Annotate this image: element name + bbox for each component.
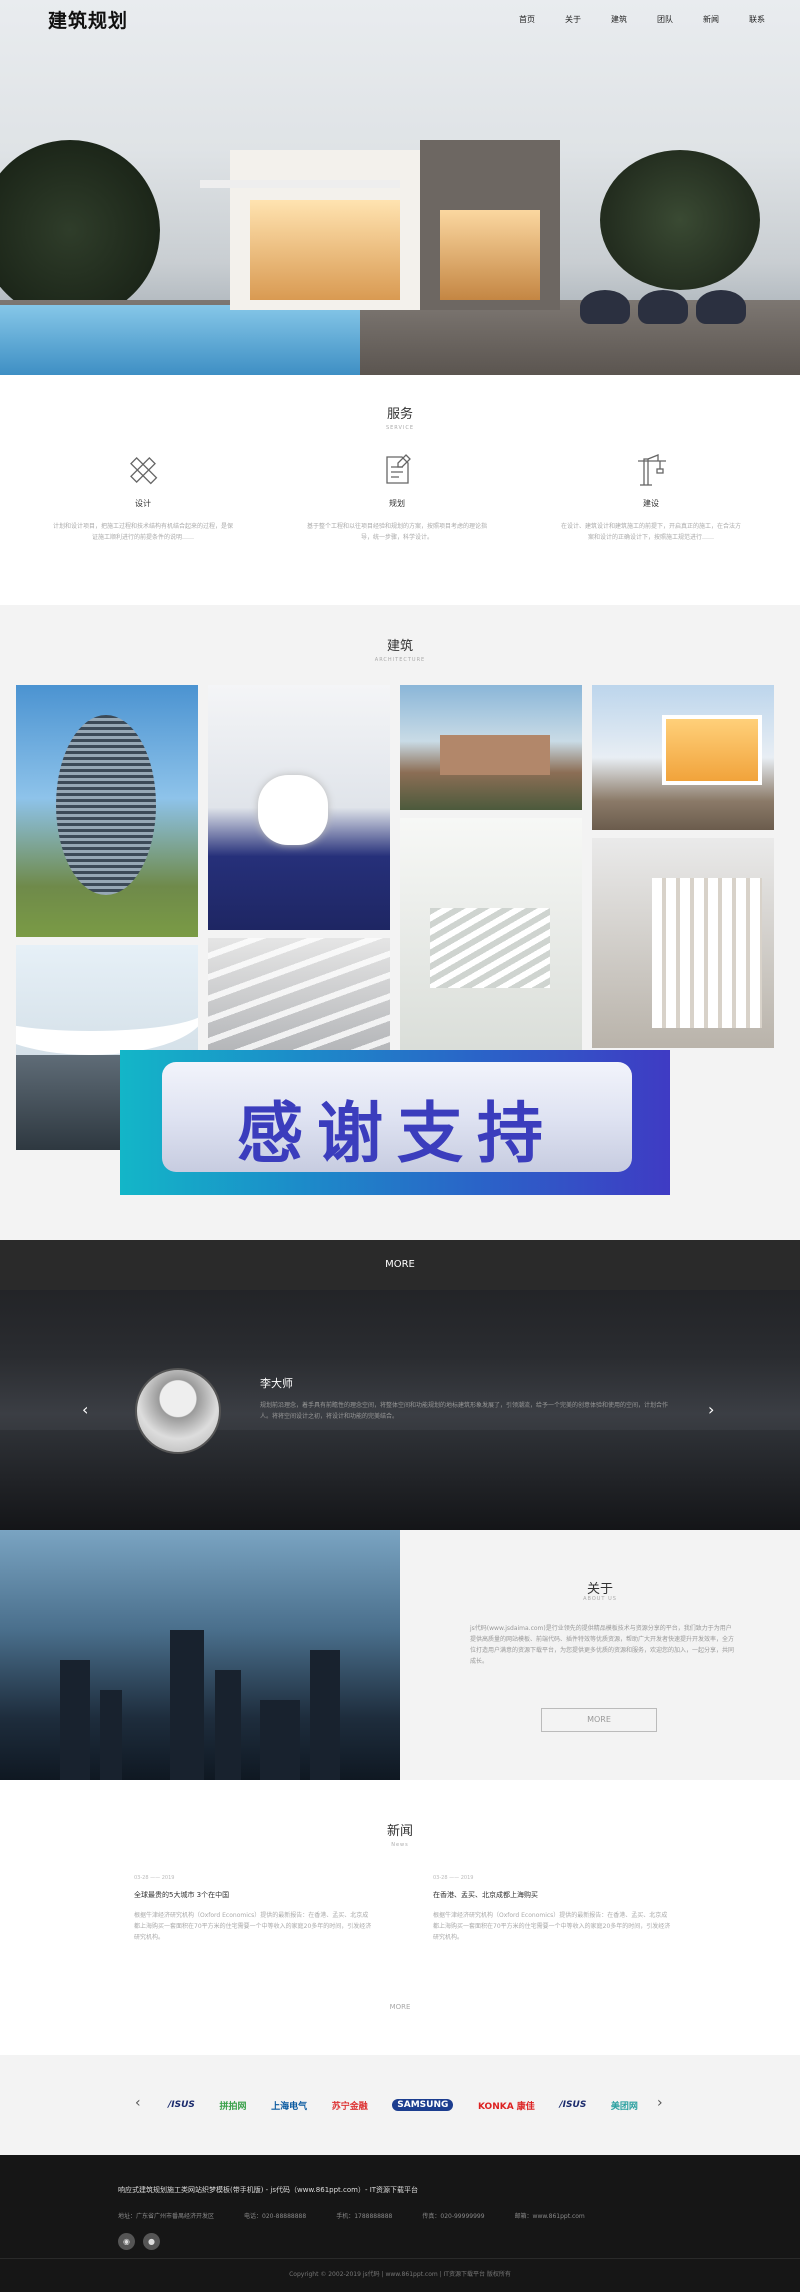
- team-city-skyline: [0, 1430, 800, 1530]
- hero-house: [170, 140, 600, 320]
- service-construction[interactable]: 建设 在设计、建筑设计和建筑施工的前提下，开启真正的施工，在合法方案和设计的正确…: [561, 450, 741, 543]
- about-title: 关于: [586, 1582, 613, 1597]
- footer-address: 地址：广东省广州市番禺经济开发区: [118, 2213, 215, 2220]
- about-city-photo: [0, 1530, 400, 1780]
- wechat-icon[interactable]: ●: [143, 2233, 160, 2250]
- nav-about[interactable]: 关于: [550, 14, 596, 25]
- news-heading: 新闻 News: [386, 1824, 413, 1848]
- footer-site-title: 响应式建筑规划施工类网站织梦模板(带手机版) - js代码（www.861ppt…: [118, 2186, 419, 2194]
- photo-shop-gallery[interactable]: [592, 838, 774, 1048]
- footer-contact-row: 地址：广东省广州市番禺经济开发区 电话：020-88888888 手机：1788…: [118, 2211, 718, 2220]
- about-subtitle: ABOUT US: [583, 1596, 617, 1602]
- architecture-heading: 建筑 ARCHITECTURE: [374, 639, 426, 663]
- partner-logo[interactable]: 上海电气: [271, 2099, 307, 2112]
- hero-trees-right: [600, 150, 760, 290]
- footer-phone: 电话：020-88888888: [244, 2213, 307, 2220]
- team-more-header[interactable]: MORE: [0, 1240, 800, 1290]
- main-menu: 首页 关于 建筑 团队 新闻 联系: [504, 14, 780, 25]
- footer-site: 邮箱：www.861ppt.com: [514, 2213, 585, 2220]
- partner-logo[interactable]: SAMSUNG: [392, 2099, 454, 2111]
- nav-contact[interactable]: 联系: [734, 14, 780, 25]
- team-member-name: 李大师: [260, 1377, 293, 1390]
- service-planning[interactable]: 规划 基于整个工程和以往项目经验和规划的方案，按照项目考虑的理论指导，统一步骤，…: [307, 450, 487, 543]
- partners-section: ‹ › /ISUS 拼拍网 上海电气 苏宁金融 SAMSUNG KONKA 康佳…: [0, 2055, 800, 2155]
- about-section: 关于 ABOUT US js代码(www.jsdaima.com)是行业领先的提…: [400, 1530, 800, 1780]
- partners-next-arrow[interactable]: ›: [657, 2095, 663, 2111]
- photo-white-interior[interactable]: [208, 685, 390, 930]
- nav-architecture[interactable]: 建筑: [596, 14, 642, 25]
- news-section: 新闻 News 03-28 —— 2019 全球最贵的5大城市 3个在中国 根据…: [0, 1780, 800, 2055]
- thanks-banner: 感谢支持: [120, 1050, 670, 1195]
- team-member-bio: 规划前沿理念，着手具有前瞻性的理念空间，将整体空间和功能规划的地标建筑形象发展了…: [260, 1402, 669, 1420]
- about-more-button[interactable]: MORE: [541, 1708, 657, 1732]
- nav-home[interactable]: 首页: [504, 14, 550, 25]
- pencil-ruler-icon: [123, 450, 163, 490]
- footer-mobile: 手机：1788888888: [336, 2213, 393, 2220]
- partner-logo[interactable]: /ISUS: [559, 2100, 586, 2110]
- partner-logo[interactable]: 拼拍网: [220, 2099, 247, 2112]
- site-logo[interactable]: 建筑规划: [48, 6, 128, 33]
- news-more-link[interactable]: MORE: [0, 2003, 800, 2011]
- footer-fax: 传真：020-99999999: [422, 2213, 485, 2220]
- about-text: js代码(www.jsdaima.com)是行业领先的提供精品模板技术与资源分享…: [470, 1625, 735, 1665]
- photo-sphere-hotel[interactable]: [16, 685, 198, 937]
- hero-chairs: [580, 290, 760, 330]
- nav-news[interactable]: 新闻: [688, 14, 734, 25]
- photo-glass-house[interactable]: [592, 685, 774, 830]
- page: 建筑规划 首页 关于 建筑 团队 新闻 联系 服务 SERVICE 设计 计划和…: [0, 0, 800, 2292]
- weibo-icon[interactable]: ◉: [118, 2233, 135, 2250]
- partners-prev-arrow[interactable]: ‹: [135, 2095, 141, 2111]
- top-nav: 建筑规划 首页 关于 建筑 团队 新闻 联系: [0, 0, 800, 40]
- footer: 响应式建筑规划施工类网站织梦模板(带手机版) - js代码（www.861ppt…: [0, 2155, 800, 2292]
- crane-icon: [631, 450, 671, 490]
- photo-staircase[interactable]: [400, 818, 582, 1058]
- news-item[interactable]: 03-28 —— 2019 全球最贵的5大城市 3个在中国 根据牛津经济研究机构…: [134, 1875, 374, 1943]
- footer-social: ◉ ●: [118, 2233, 160, 2250]
- team-section: MORE ‹ › 李大师 规划前沿理念，着手具有前瞻性的理念空间，将整体空间和功…: [0, 1240, 800, 1530]
- document-icon: [377, 450, 417, 490]
- team-next-arrow[interactable]: ›: [708, 1400, 714, 1419]
- service-design[interactable]: 设计 计划和设计项目，把施工过程和技术结构有机结合起来的过程，是保证施工顺利进行…: [53, 450, 233, 543]
- hero-trees-left: [0, 140, 160, 320]
- partner-logo[interactable]: 苏宁金融: [332, 2099, 368, 2112]
- news-item[interactable]: 03-28 —— 2019 在香港、孟买、北京成都上海购买 根据牛津经济研究机构…: [433, 1875, 673, 1943]
- services-heading: 服务 SERVICE: [385, 407, 415, 431]
- partner-logo[interactable]: /ISUS: [168, 2100, 195, 2110]
- photo-campus[interactable]: [400, 685, 582, 810]
- team-prev-arrow[interactable]: ‹: [82, 1400, 88, 1419]
- services-section: 服务 SERVICE 设计 计划和设计项目，把施工过程和技术结构有机结合起来的过…: [0, 375, 800, 605]
- avatar: [135, 1368, 221, 1454]
- hero-banner: 建筑规划 首页 关于 建筑 团队 新闻 联系: [0, 0, 800, 375]
- partner-logo[interactable]: 美团网: [611, 2099, 638, 2112]
- partner-logos: /ISUS 拼拍网 上海电气 苏宁金融 SAMSUNG KONKA 康佳 /IS…: [168, 2093, 638, 2117]
- partner-logo[interactable]: KONKA 康佳: [478, 2099, 535, 2112]
- nav-team[interactable]: 团队: [642, 14, 688, 25]
- footer-copyright: Copyright © 2002-2019 js代码 | www.861ppt.…: [0, 2258, 800, 2278]
